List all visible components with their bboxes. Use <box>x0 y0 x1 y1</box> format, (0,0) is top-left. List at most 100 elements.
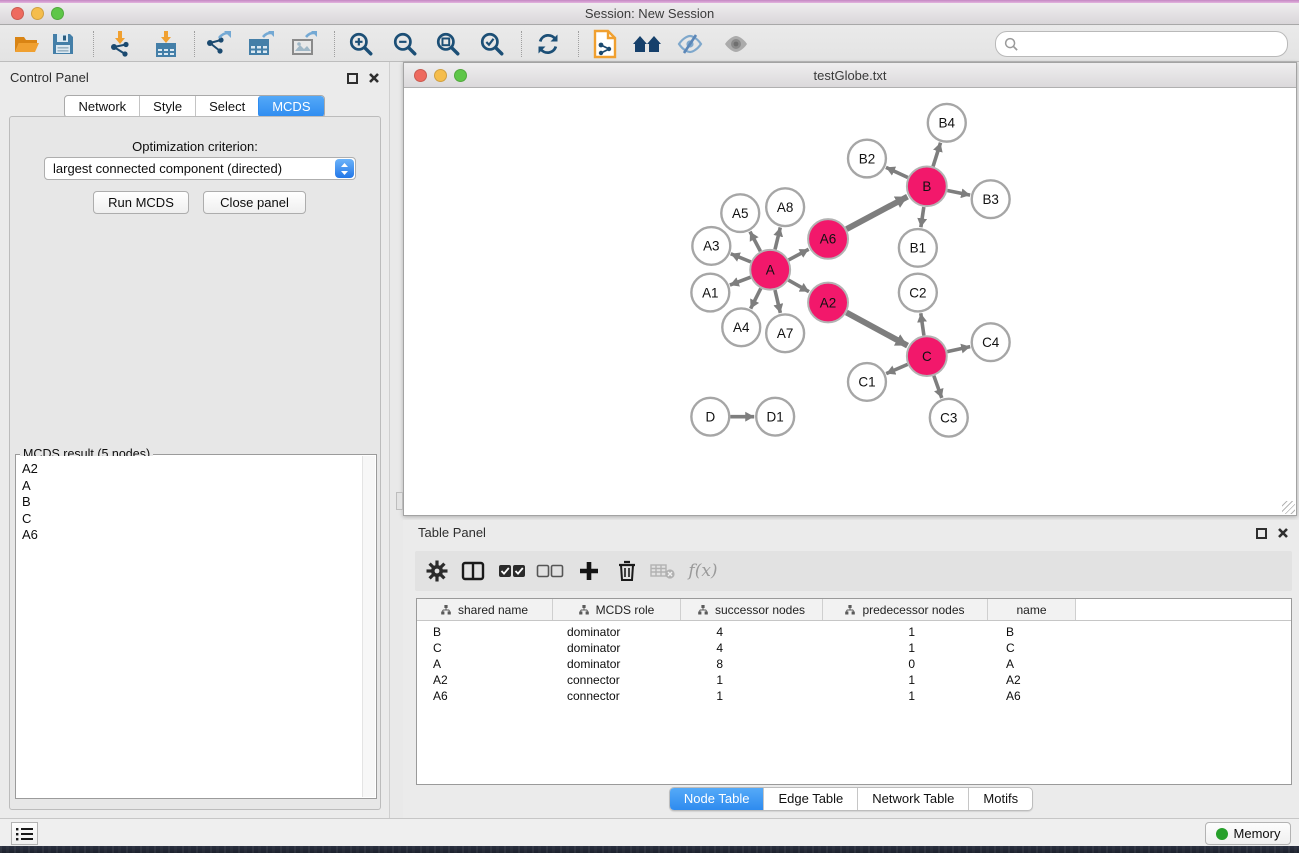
search-field[interactable] <box>995 31 1288 57</box>
graph-edge[interactable] <box>730 277 751 285</box>
search-input[interactable] <box>1025 37 1287 52</box>
column-header-predecessor-nodes[interactable]: predecessor nodes <box>823 599 988 620</box>
graph-node[interactable]: C3 <box>930 399 968 437</box>
window-resize-grip[interactable] <box>1282 501 1295 514</box>
table-cell[interactable]: A2 <box>988 673 1076 687</box>
table-cell[interactable]: 8 <box>681 657 823 671</box>
network-window-titlebar[interactable]: testGlobe.txt <box>404 63 1296 88</box>
graph-node[interactable]: C1 <box>848 363 886 401</box>
table-cell[interactable]: 1 <box>823 641 988 655</box>
table-cell[interactable]: 1 <box>823 625 988 639</box>
node-table[interactable]: shared name MCDS role successor nodes pr… <box>416 598 1292 785</box>
graph-edge[interactable] <box>751 288 761 308</box>
table-row[interactable]: Bdominator41B <box>417 624 1291 640</box>
deselect-all-button[interactable] <box>533 554 567 588</box>
select-all-button[interactable] <box>495 554 529 588</box>
function-builder-button[interactable]: f(x) <box>682 554 724 588</box>
add-row-button[interactable] <box>572 554 606 588</box>
delete-table-button[interactable] <box>646 554 680 588</box>
mcds-result-item[interactable]: A2 <box>22 461 362 478</box>
graph-edge[interactable] <box>788 280 809 292</box>
table-cell[interactable]: A2 <box>417 673 553 687</box>
column-header-mcds-role[interactable]: MCDS role <box>553 599 681 620</box>
graph-node[interactable]: B <box>907 166 947 206</box>
zoom-out-button[interactable] <box>388 27 422 61</box>
column-header-shared-name[interactable]: shared name <box>417 599 553 620</box>
tab-select[interactable]: Select <box>195 96 258 117</box>
tab-node-table[interactable]: Node Table <box>670 788 764 810</box>
table-cell[interactable]: B <box>988 625 1076 639</box>
table-cell[interactable]: dominator <box>553 625 681 639</box>
table-cell[interactable]: A6 <box>988 689 1076 703</box>
graph-node[interactable]: B2 <box>848 140 886 178</box>
tab-motifs[interactable]: Motifs <box>968 788 1032 810</box>
graph-node[interactable]: D <box>691 398 729 436</box>
graph-node[interactable]: A1 <box>691 274 729 312</box>
table-settings-button[interactable] <box>420 554 454 588</box>
open-file-button[interactable] <box>10 27 44 61</box>
table-cell[interactable]: 1 <box>681 689 823 703</box>
table-cell[interactable]: C <box>988 641 1076 655</box>
graph-edge[interactable] <box>934 376 942 398</box>
result-list-scrollbar[interactable] <box>362 456 375 797</box>
graph-node[interactable]: A3 <box>692 227 730 265</box>
mcds-result-item[interactable]: A6 <box>22 527 362 544</box>
graph-node[interactable]: A4 <box>722 308 760 346</box>
float-table-panel-icon[interactable] <box>1256 528 1267 539</box>
table-row[interactable]: Cdominator41C <box>417 640 1291 656</box>
task-history-button[interactable] <box>11 822 38 845</box>
graph-edge[interactable] <box>775 290 780 313</box>
criterion-dropdown[interactable]: largest connected component (directed) <box>44 157 356 180</box>
graph-edge[interactable] <box>921 313 924 335</box>
graph-edge[interactable] <box>947 190 970 195</box>
graph-node[interactable]: D1 <box>756 398 794 436</box>
graph-node[interactable]: C <box>907 336 947 376</box>
export-table-button[interactable] <box>244 27 278 61</box>
close-panel-button[interactable]: Close panel <box>203 191 306 214</box>
import-table-button[interactable] <box>149 27 183 61</box>
table-row[interactable]: A6connector11A6 <box>417 688 1291 704</box>
show-all-button[interactable] <box>719 27 753 61</box>
graph-node[interactable]: C2 <box>899 274 937 312</box>
table-cell[interactable]: connector <box>553 673 681 687</box>
column-visibility-button[interactable] <box>456 554 490 588</box>
memory-button[interactable]: Memory <box>1205 822 1291 845</box>
vertical-split-handle[interactable] <box>396 492 403 510</box>
graph-edge[interactable] <box>886 167 908 177</box>
mcds-result-item[interactable]: C <box>22 511 362 528</box>
tab-network[interactable]: Network <box>65 96 139 117</box>
delete-row-button[interactable] <box>610 554 644 588</box>
graph-node[interactable]: A8 <box>766 188 804 226</box>
network-canvas[interactable]: B4B2BB3A8A5A6A3B1AA1C2A2A4A7C4CC1C3DD1 <box>405 89 1295 513</box>
import-network-button[interactable] <box>103 27 137 61</box>
table-row[interactable]: Adominator80A <box>417 656 1291 672</box>
table-cell[interactable]: A <box>988 657 1076 671</box>
tab-style[interactable]: Style <box>139 96 195 117</box>
graph-edge[interactable] <box>846 312 907 345</box>
run-mcds-button[interactable]: Run MCDS <box>93 191 189 214</box>
zoom-in-button[interactable] <box>344 27 378 61</box>
mcds-result-item[interactable]: B <box>22 494 362 511</box>
close-table-panel-icon[interactable] <box>1277 527 1289 539</box>
save-session-button[interactable] <box>46 27 80 61</box>
tab-mcds[interactable]: MCDS <box>258 96 323 117</box>
graph-node[interactable]: A6 <box>808 219 848 259</box>
graph-edge[interactable] <box>921 207 924 227</box>
hide-selected-button[interactable] <box>673 27 707 61</box>
graph-edge[interactable] <box>947 347 970 352</box>
table-cell[interactable]: 1 <box>681 673 823 687</box>
table-cell[interactable]: B <box>417 625 553 639</box>
table-cell[interactable]: 1 <box>823 673 988 687</box>
graph-edge[interactable] <box>886 364 907 373</box>
mcds-result-item[interactable]: A <box>22 478 362 495</box>
graph-edge[interactable] <box>750 232 760 252</box>
table-cell[interactable]: 1 <box>823 689 988 703</box>
network-graph[interactable]: B4B2BB3A8A5A6A3B1AA1C2A2A4A7C4CC1C3DD1 <box>405 89 1295 513</box>
graph-node[interactable]: A7 <box>766 314 804 352</box>
zoom-fit-button[interactable] <box>431 27 465 61</box>
export-network-button[interactable] <box>201 27 235 61</box>
table-cell[interactable]: C <box>417 641 553 655</box>
column-header-name[interactable]: name <box>988 599 1076 620</box>
table-cell[interactable]: 4 <box>681 625 823 639</box>
graph-edge[interactable] <box>731 254 751 262</box>
